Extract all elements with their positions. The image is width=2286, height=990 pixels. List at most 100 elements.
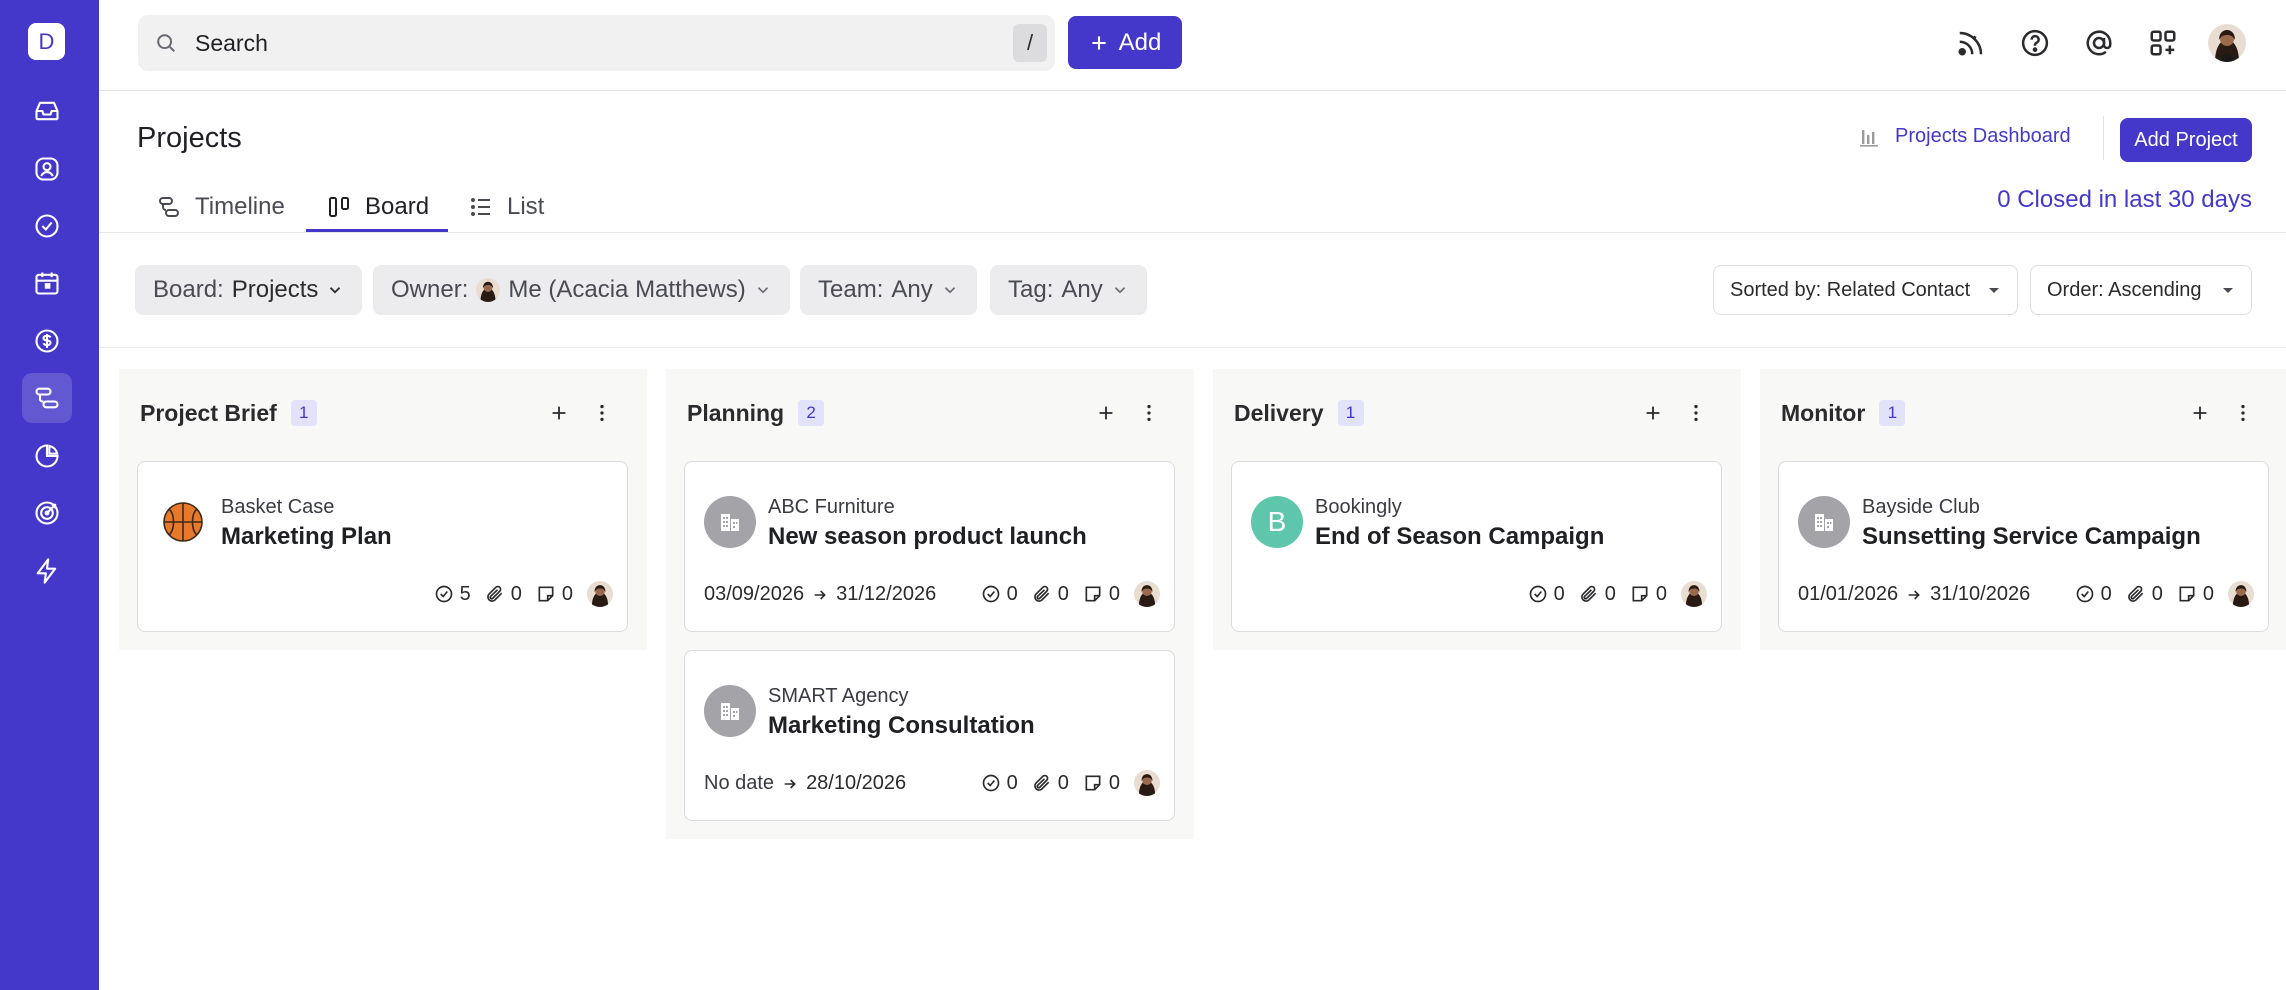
card-end-date: 28/10/2026 [806, 772, 907, 794]
sidebar-item-contacts[interactable] [22, 144, 72, 194]
file-count: 0 [1032, 583, 1069, 606]
page-title: Projects [137, 122, 242, 154]
list-icon [469, 195, 493, 219]
column-header: Delivery 1 [1234, 369, 1364, 457]
file-count: 0 [1579, 583, 1616, 606]
sidebar-item-tasks[interactable] [22, 201, 72, 251]
search-shortcut-key: / [1013, 24, 1047, 62]
tag-filter[interactable]: Tag: Any [990, 265, 1147, 315]
board-filter[interactable]: Board: Projects [135, 265, 363, 315]
card-stats: 0 0 0 [981, 581, 1160, 607]
owner-avatar [2228, 581, 2254, 607]
more-vertical-icon[interactable] [1685, 402, 1707, 424]
paperclip-icon [2127, 585, 2144, 602]
board-column-project-brief: Project Brief 1 Basket Case Marketing Pl… [119, 369, 647, 650]
plus-icon [1089, 33, 1109, 53]
board-icon [327, 195, 351, 219]
paperclip-icon [486, 585, 503, 602]
sidebar-item-calendar[interactable] [22, 258, 72, 308]
workspace-logo[interactable]: D [28, 23, 65, 60]
file-count-value: 0 [2151, 582, 2163, 605]
tab-timeline-label: Timeline [195, 193, 285, 220]
company-initial-avatar: B [1251, 496, 1303, 548]
top-bar: Search / Add [99, 0, 2286, 91]
card-project-name: Marketing Plan [221, 523, 392, 550]
note-count-value: 0 [561, 582, 573, 605]
chevron-down-icon [941, 281, 959, 299]
card-start-date: 01/01/2026 [1798, 583, 1899, 605]
task-count: 0 [2075, 583, 2112, 606]
tab-list[interactable]: List [469, 182, 544, 232]
building-icon [704, 685, 756, 737]
sidebar-item-goals[interactable] [22, 488, 72, 538]
contacts-icon [33, 155, 61, 183]
more-vertical-icon[interactable] [1138, 402, 1160, 424]
card-project-name: Marketing Consultation [768, 712, 1035, 739]
tabs-divider [99, 232, 2286, 233]
add-button[interactable]: Add [1068, 16, 1182, 69]
user-avatar[interactable] [2208, 24, 2246, 62]
task-count: 5 [434, 583, 471, 606]
card-project-name: New season product launch [768, 523, 1087, 550]
add-card-icon[interactable] [548, 402, 570, 424]
tab-timeline[interactable]: Timeline [157, 182, 285, 232]
chevron-down-icon [1111, 281, 1129, 299]
task-count-value: 0 [1006, 771, 1018, 794]
column-title: Project Brief [140, 399, 277, 426]
card-company: ABC Furniture [768, 496, 895, 518]
sort-select[interactable]: Sorted by: Related Contact [1713, 265, 2018, 315]
card-end-date: 31/12/2026 [836, 583, 937, 605]
mention-icon[interactable] [2080, 24, 2118, 62]
note-count: 0 [1083, 583, 1120, 606]
order-select-value: Order: Ascending [2047, 278, 2202, 301]
order-select[interactable]: Order: Ascending [2030, 265, 2252, 315]
project-card[interactable]: Bayside Club Sunsetting Service Campaign… [1778, 461, 2269, 632]
board-filter-label: Board: [153, 276, 224, 303]
file-count-value: 0 [1057, 771, 1069, 794]
add-card-icon[interactable] [1642, 402, 1664, 424]
note-count-value: 0 [2202, 582, 2214, 605]
task-count-value: 5 [459, 582, 471, 605]
more-vertical-icon[interactable] [591, 402, 613, 424]
sidebar-item-inbox[interactable] [22, 86, 72, 136]
column-title: Monitor [1781, 399, 1866, 426]
add-project-button[interactable]: Add Project [2120, 118, 2252, 162]
feed-icon[interactable] [1952, 24, 1990, 62]
owner-avatar [1134, 770, 1160, 796]
help-icon[interactable] [2016, 24, 2054, 62]
basketball-icon [157, 496, 209, 548]
sidebar-item-deals[interactable] [22, 316, 72, 366]
more-vertical-icon[interactable] [2232, 402, 2254, 424]
task-check-icon [2076, 585, 2093, 603]
tab-board[interactable]: Board [327, 182, 429, 232]
projects-dashboard-link[interactable]: Projects Dashboard [1857, 124, 2071, 148]
bar-chart-icon [1857, 124, 1881, 148]
column-header: Project Brief 1 [140, 369, 317, 457]
project-card[interactable]: SMART Agency Marketing Consultation No d… [684, 650, 1175, 821]
sidebar-item-automations[interactable] [22, 546, 72, 596]
chevron-down-icon [754, 281, 772, 299]
arrow-right-icon [784, 778, 796, 789]
board-filter-value: Projects [231, 276, 319, 303]
project-card[interactable]: ABC Furniture New season product launch … [684, 461, 1175, 632]
card-stats: 0 0 0 [1528, 581, 1707, 607]
owner-filter[interactable]: Owner: Me (Acacia Matthews) [373, 265, 790, 315]
closed-summary-link[interactable]: 0 Closed in last 30 days [1997, 186, 2252, 214]
apps-icon[interactable] [2144, 24, 2182, 62]
file-count-value: 0 [1604, 582, 1616, 605]
note-icon [1085, 775, 1101, 791]
owner-filter-value: Me (Acacia Matthews) [508, 276, 746, 303]
add-card-icon[interactable] [2189, 402, 2211, 424]
sidebar-item-projects[interactable] [22, 373, 72, 423]
add-card-icon[interactable] [1095, 402, 1117, 424]
search-input[interactable]: Search / [138, 15, 1055, 71]
team-filter[interactable]: Team: Any [800, 265, 977, 315]
project-card[interactable]: B Bookingly End of Season Campaign 0 0 0 [1231, 461, 1722, 632]
sidebar-item-reports[interactable] [22, 431, 72, 481]
card-date-range: 03/09/2026 31/12/2026 [704, 583, 936, 606]
note-icon [2179, 586, 2195, 602]
card-project-name: End of Season Campaign [1315, 523, 1605, 550]
owner-avatar [587, 581, 613, 607]
project-card[interactable]: Basket Case Marketing Plan 5 0 0 [137, 461, 628, 632]
arrow-right-icon [814, 589, 826, 600]
